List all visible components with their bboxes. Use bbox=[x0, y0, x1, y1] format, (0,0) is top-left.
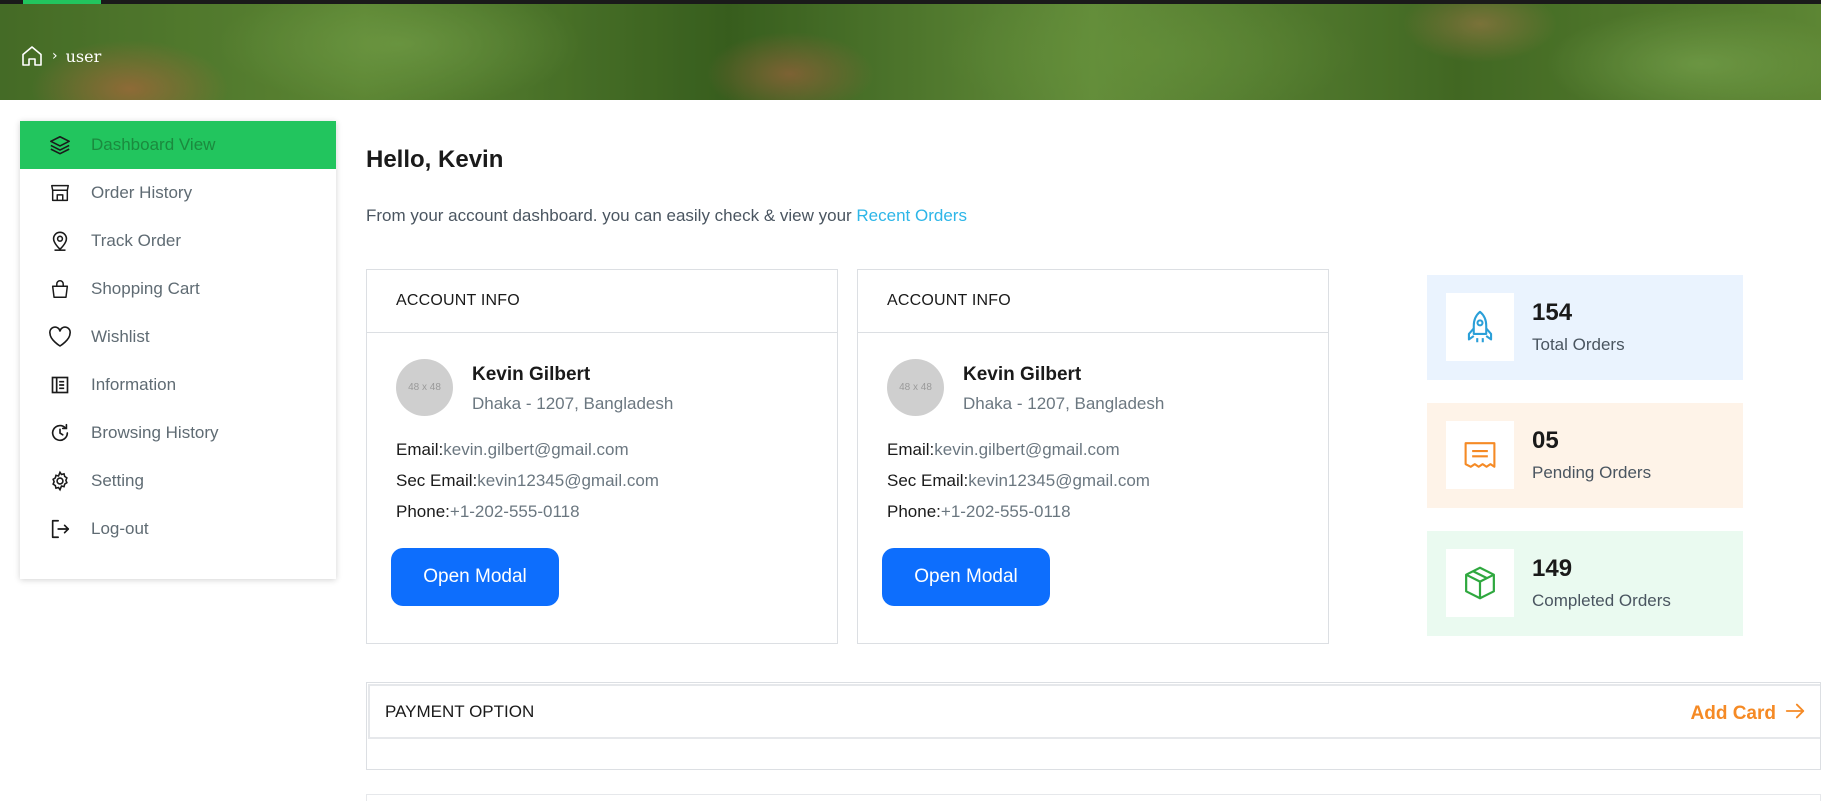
package-icon bbox=[1446, 549, 1514, 617]
phone-label: Phone: bbox=[396, 502, 450, 521]
home-icon[interactable] bbox=[20, 44, 44, 68]
gear-icon bbox=[48, 469, 72, 493]
sidebar-item-track-order[interactable]: Track Order bbox=[20, 217, 336, 265]
sec-email-row: Sec Email:kevin12345@gmail.com bbox=[396, 471, 659, 491]
sec-email-value: kevin12345@gmail.com bbox=[968, 471, 1150, 490]
stat-completed-orders: 149 Completed Orders bbox=[1427, 531, 1743, 636]
sec-email-label: Sec Email: bbox=[887, 471, 969, 490]
user-address: Dhaka - 1207, Bangladesh bbox=[472, 394, 674, 413]
payment-option-title: PAYMENT OPTION bbox=[385, 702, 535, 721]
intro-text: From your account dashboard. you can eas… bbox=[366, 206, 967, 226]
sidebar-item-label: Setting bbox=[91, 471, 144, 490]
sec-email-row: Sec Email:kevin12345@gmail.com bbox=[887, 471, 1150, 491]
stat-label: Total Orders bbox=[1532, 335, 1625, 354]
sidebar-item-label: Log-out bbox=[91, 519, 149, 538]
add-card-label: Add Card bbox=[1690, 703, 1777, 724]
breadcrumb-current: user bbox=[65, 46, 102, 66]
sidebar-item-browsing-history[interactable]: Browsing History bbox=[20, 409, 336, 457]
avatar: 48 x 48 bbox=[887, 359, 944, 416]
rocket-icon bbox=[1446, 293, 1514, 361]
map-pin-icon bbox=[48, 229, 72, 253]
stat-label: Completed Orders bbox=[1532, 591, 1671, 610]
stat-label: Pending Orders bbox=[1532, 463, 1652, 482]
email-label: Email: bbox=[887, 440, 935, 459]
sidebar-item-label: Track Order bbox=[91, 231, 182, 250]
email-label: Email: bbox=[396, 440, 444, 459]
stat-value: 149 bbox=[1532, 555, 1573, 582]
logout-icon bbox=[48, 517, 72, 541]
user-name: Kevin Gilbert bbox=[472, 364, 591, 385]
sec-email-label: Sec Email: bbox=[396, 471, 478, 490]
email-value: kevin.gilbert@gmail.com bbox=[443, 440, 629, 459]
stat-pending-orders: 05 Pending Orders bbox=[1427, 403, 1743, 508]
phone-label: Phone: bbox=[887, 502, 941, 521]
email-row: Email:kevin.gilbert@gmail.com bbox=[887, 440, 1120, 460]
layers-icon bbox=[48, 133, 72, 157]
sidebar-item-dashboard-view[interactable]: Dashboard View bbox=[20, 121, 336, 169]
recent-orders-link[interactable]: Recent Orders bbox=[856, 206, 967, 225]
storefront-icon bbox=[48, 181, 72, 205]
hero-banner: › user bbox=[0, 4, 1821, 100]
page-greeting: Hello, Kevin bbox=[366, 146, 504, 173]
account-info-card: ACCOUNT INFO 48 x 48 Kevin Gilbert Dhaka… bbox=[857, 269, 1329, 644]
sidebar-item-shopping-cart[interactable]: Shopping Cart bbox=[20, 265, 336, 313]
sidebar-item-label: Order History bbox=[91, 183, 193, 202]
stat-value: 154 bbox=[1532, 299, 1573, 326]
breadcrumb-separator: › bbox=[52, 48, 58, 64]
sidebar-item-label: Wishlist bbox=[91, 327, 150, 346]
document-icon bbox=[48, 373, 72, 397]
stat-value: 05 bbox=[1532, 427, 1559, 454]
email-row: Email:kevin.gilbert@gmail.com bbox=[396, 440, 629, 460]
card-title: ACCOUNT INFO bbox=[367, 270, 837, 333]
sec-email-value: kevin12345@gmail.com bbox=[477, 471, 659, 490]
heart-icon bbox=[48, 325, 72, 349]
payment-option-section: PAYMENT OPTION Add Card bbox=[366, 682, 1821, 770]
sidebar-item-information[interactable]: Information bbox=[20, 361, 336, 409]
sidebar-item-label: Browsing History bbox=[91, 423, 219, 442]
breadcrumb: › user bbox=[20, 44, 101, 68]
sidebar-item-wishlist[interactable]: Wishlist bbox=[20, 313, 336, 361]
card-title: ACCOUNT INFO bbox=[858, 270, 1328, 333]
phone-value: +1-202-555-0118 bbox=[940, 502, 1071, 521]
stat-total-orders: 154 Total Orders bbox=[1427, 275, 1743, 380]
phone-row: Phone:+1-202-555-0118 bbox=[396, 502, 580, 522]
open-modal-button[interactable]: Open Modal bbox=[391, 548, 559, 606]
receipt-icon bbox=[1446, 421, 1514, 489]
phone-value: +1-202-555-0118 bbox=[449, 502, 580, 521]
account-info-card: ACCOUNT INFO 48 x 48 Kevin Gilbert Dhaka… bbox=[366, 269, 838, 644]
sidebar: Dashboard View Order History Track Order… bbox=[20, 121, 336, 579]
phone-row: Phone:+1-202-555-0118 bbox=[887, 502, 1071, 522]
user-address: Dhaka - 1207, Bangladesh bbox=[963, 394, 1165, 413]
sidebar-item-log-out[interactable]: Log-out bbox=[20, 505, 336, 553]
sidebar-item-order-history[interactable]: Order History bbox=[20, 169, 336, 217]
add-card-button[interactable]: Add Card bbox=[1691, 701, 1807, 727]
history-icon bbox=[48, 421, 72, 445]
sidebar-item-setting[interactable]: Setting bbox=[20, 457, 336, 505]
open-modal-button[interactable]: Open Modal bbox=[882, 548, 1050, 606]
shopping-bag-icon bbox=[48, 277, 72, 301]
sidebar-item-label: Dashboard View bbox=[91, 135, 216, 154]
payment-option-header: PAYMENT OPTION Add Card bbox=[368, 684, 1820, 739]
user-name: Kevin Gilbert bbox=[963, 364, 1082, 385]
email-value: kevin.gilbert@gmail.com bbox=[934, 440, 1120, 459]
sidebar-item-label: Shopping Cart bbox=[91, 279, 200, 298]
intro-text-body: From your account dashboard. you can eas… bbox=[366, 206, 857, 225]
sidebar-item-label: Information bbox=[91, 375, 177, 394]
avatar: 48 x 48 bbox=[396, 359, 453, 416]
arrow-right-icon bbox=[1784, 701, 1806, 727]
next-section-edge bbox=[366, 794, 1821, 801]
